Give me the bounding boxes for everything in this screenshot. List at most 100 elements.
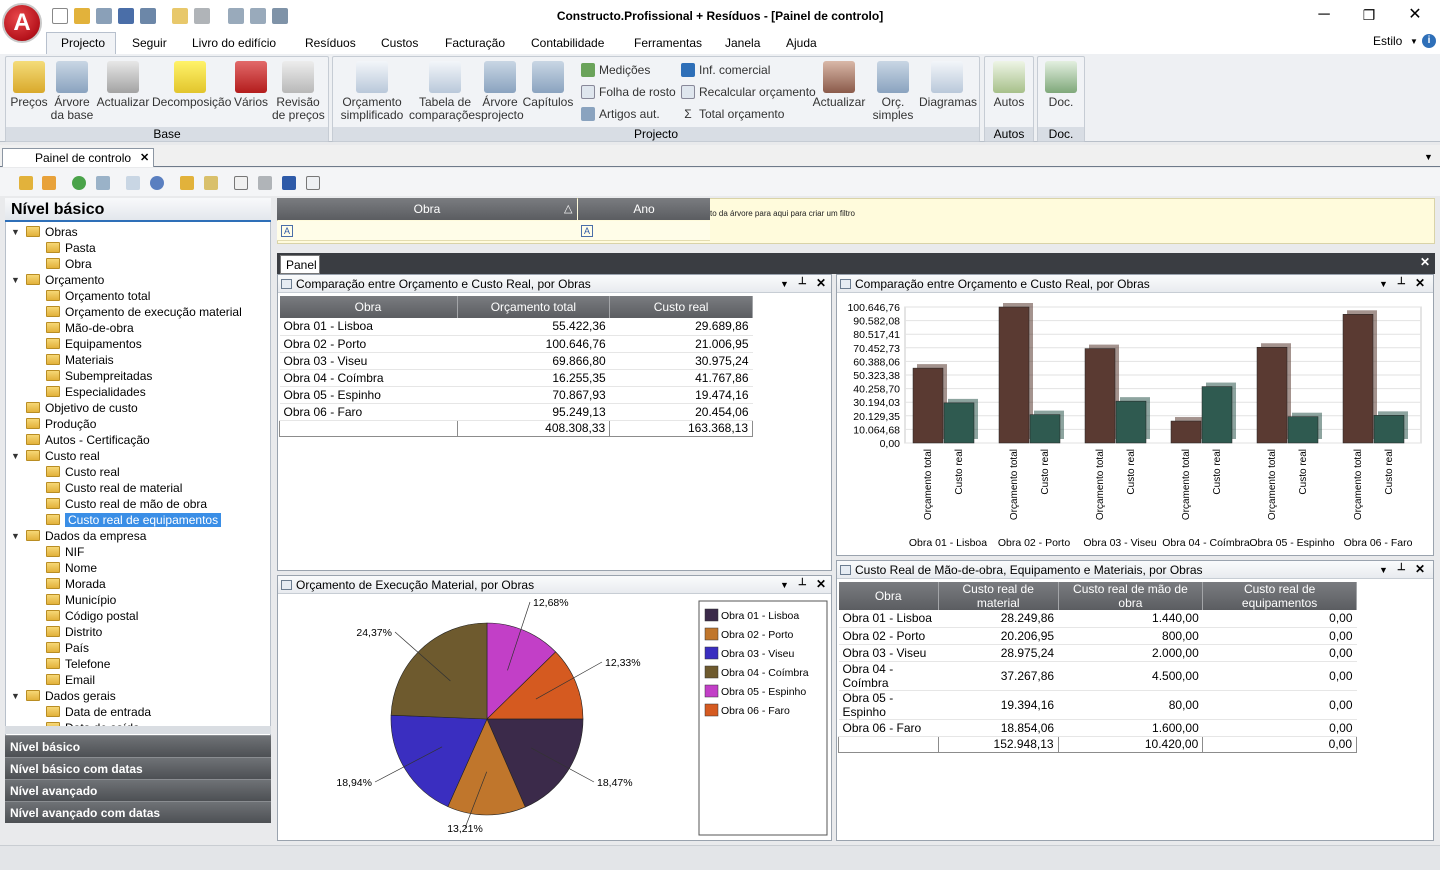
menu-seguir[interactable]: Seguir bbox=[132, 36, 167, 50]
decomposicao-button[interactable]: Decomposição bbox=[152, 61, 231, 109]
arvore-projecto-button[interactable]: Árvore projecto bbox=[481, 61, 524, 122]
tree-item[interactable]: Dados da empresa bbox=[26, 528, 146, 544]
open-folder-icon[interactable] bbox=[180, 176, 194, 190]
menu-contabilidade[interactable]: Contabilidade bbox=[531, 36, 604, 50]
menu-livro[interactable]: Livro do edifício bbox=[192, 36, 276, 50]
menu-ferramentas[interactable]: Ferramentas bbox=[634, 36, 702, 50]
menu-custos[interactable]: Custos bbox=[381, 36, 418, 50]
chevron-down-icon[interactable]: ▼ bbox=[1410, 37, 1418, 46]
tab-painel-controlo[interactable]: Painel de controlo bbox=[2, 148, 154, 167]
close-icon[interactable]: ✕ bbox=[1415, 276, 1425, 290]
tree-expand-icon[interactable]: ▼ bbox=[11, 691, 20, 701]
chevron-down-icon[interactable]: ▼ bbox=[780, 279, 789, 289]
chevron-down-icon[interactable]: ▼ bbox=[1379, 279, 1388, 289]
col-custo-material[interactable]: Custo real de material bbox=[938, 582, 1059, 610]
tree-item[interactable]: Dados gerais bbox=[26, 688, 116, 704]
close-icon[interactable]: ✕ bbox=[816, 276, 826, 290]
tree-expand-icon[interactable]: ▼ bbox=[11, 227, 20, 237]
tree-item[interactable]: Subempreitadas bbox=[46, 368, 152, 384]
tree-expand-icon[interactable]: ▼ bbox=[11, 531, 20, 541]
col-obra[interactable]: Obra bbox=[838, 582, 939, 610]
close-tab-icon[interactable]: ✕ bbox=[140, 151, 149, 164]
menu-projecto[interactable]: Projecto bbox=[61, 36, 105, 50]
table-add-icon[interactable] bbox=[96, 176, 110, 190]
menu-janela[interactable]: Janela bbox=[725, 36, 760, 50]
diagramas-button[interactable]: Diagramas bbox=[919, 61, 977, 109]
tree-expand-icon[interactable]: ▼ bbox=[11, 451, 20, 461]
minimize-button[interactable]: ─ bbox=[1312, 4, 1336, 26]
tree-item[interactable]: Morada bbox=[46, 576, 106, 592]
tree-item[interactable]: Custo real bbox=[26, 448, 100, 464]
artigos-aut-button[interactable]: Artigos aut. bbox=[581, 107, 660, 121]
menu-residuos[interactable]: Resíduos bbox=[305, 36, 356, 50]
varios-button[interactable]: Vários bbox=[230, 61, 272, 109]
recalcular-orcamento-button[interactable]: Recalcular orçamento bbox=[681, 85, 816, 99]
export-icon[interactable] bbox=[42, 176, 56, 190]
capitulos-button[interactable]: Capítulos bbox=[521, 61, 575, 109]
level-avancado[interactable]: Nível avançado bbox=[5, 779, 271, 801]
tab-panel[interactable]: Panel bbox=[280, 255, 320, 274]
autos-button[interactable]: Autos bbox=[989, 61, 1029, 109]
menu-facturacao[interactable]: Facturação bbox=[445, 36, 505, 50]
edit-icon[interactable] bbox=[204, 176, 218, 190]
maximize-button[interactable]: ❐ bbox=[1357, 4, 1381, 26]
tree-item[interactable]: Equipamentos bbox=[46, 336, 142, 352]
column-header-obra[interactable]: Obra bbox=[277, 198, 577, 220]
tree-item[interactable]: Orçamento bbox=[26, 272, 104, 288]
table-row[interactable]: Obra 06 - Faro 18.854,06 1.600,00 0,00 bbox=[838, 719, 1357, 737]
table-row[interactable]: Obra 04 - Coímbra 16.255,35 41.767,86 bbox=[279, 369, 753, 387]
help-icon[interactable]: i bbox=[1422, 34, 1436, 48]
doc-button[interactable]: Doc. bbox=[1042, 61, 1080, 109]
col-custo-equipamentos[interactable]: Custo real de equipamentos bbox=[1202, 582, 1357, 610]
tree-item[interactable]: Orçamento total bbox=[46, 288, 150, 304]
save-icon[interactable] bbox=[282, 176, 296, 190]
app-logo[interactable]: A bbox=[2, 3, 42, 43]
tree-item[interactable]: Telefone bbox=[46, 656, 110, 672]
tree-item[interactable]: Orçamento de execução material bbox=[46, 304, 242, 320]
tree-item[interactable]: Mão-de-obra bbox=[46, 320, 134, 336]
chevron-down-icon[interactable]: ▼ bbox=[1424, 152, 1433, 162]
arvore-base-button[interactable]: Árvore da base bbox=[50, 61, 94, 122]
add-icon[interactable] bbox=[72, 176, 86, 190]
tree-item[interactable]: Especialidades bbox=[46, 384, 146, 400]
tree-item[interactable]: Data de entrada bbox=[46, 704, 151, 720]
tree-item[interactable]: Obras bbox=[26, 224, 78, 240]
folha-rosto-button[interactable]: Folha de rosto bbox=[581, 85, 676, 99]
tree-item[interactable]: País bbox=[46, 640, 89, 656]
table-row[interactable]: Obra 03 - Viseu 69.866,80 30.975,24 bbox=[279, 352, 753, 370]
pin-icon[interactable]: ⊥ bbox=[798, 276, 807, 287]
close-panel-icon[interactable]: ✕ bbox=[1420, 255, 1430, 269]
preview-icon[interactable] bbox=[234, 176, 248, 190]
precos-button[interactable]: Preços bbox=[10, 61, 48, 109]
table-row[interactable]: Obra 03 - Viseu 28.975,24 2.000,00 0,00 bbox=[838, 644, 1357, 662]
tree-item[interactable]: Autos - Certificação bbox=[26, 432, 150, 448]
tree-item[interactable]: Materiais bbox=[46, 352, 114, 368]
level-basico[interactable]: Nível básico bbox=[5, 735, 271, 757]
grid-icon[interactable] bbox=[126, 176, 140, 190]
close-icon[interactable]: ✕ bbox=[816, 577, 826, 591]
col-obra[interactable]: Obra bbox=[279, 296, 458, 318]
table-row[interactable]: Obra 01 - Lisboa 55.422,36 29.689,86 bbox=[279, 318, 753, 336]
orcamento-simplificado-button[interactable]: Orçamento simplificado bbox=[337, 61, 407, 122]
table-row[interactable]: Obra 06 - Faro 95.249,13 20.454,06 bbox=[279, 403, 753, 421]
close-button[interactable]: ✕ bbox=[1403, 4, 1427, 26]
tree-item[interactable]: Nome bbox=[46, 560, 97, 576]
filter-ano-icon[interactable]: A bbox=[581, 225, 593, 237]
tree-item[interactable]: NIF bbox=[46, 544, 84, 560]
column-header-ano[interactable]: Ano bbox=[578, 198, 710, 220]
chevron-down-icon[interactable]: ▼ bbox=[1379, 565, 1388, 575]
level-basico-datas[interactable]: Nível básico com datas bbox=[5, 757, 271, 779]
menu-ajuda[interactable]: Ajuda bbox=[786, 36, 817, 50]
medicoes-button[interactable]: Medições bbox=[581, 63, 650, 77]
tree-item[interactable]: Objetivo de custo bbox=[26, 400, 138, 416]
tree-item[interactable]: Email bbox=[46, 672, 95, 688]
tree-item[interactable]: Pasta bbox=[46, 240, 96, 256]
filter-obra-icon[interactable]: A bbox=[281, 225, 293, 237]
tree-item[interactable]: Código postal bbox=[46, 608, 138, 624]
table-row[interactable]: Obra 05 - Espinho 19.394,16 80,00 0,00 bbox=[838, 690, 1357, 720]
tree-item[interactable]: Distrito bbox=[46, 624, 102, 640]
tabela-comparacoes-button[interactable]: Tabela de comparações bbox=[409, 61, 481, 122]
total-orcamento-button[interactable]: Σ Total orçamento bbox=[681, 107, 784, 121]
layout-icon[interactable] bbox=[306, 176, 320, 190]
tree-item[interactable]: Custo real bbox=[46, 464, 120, 480]
